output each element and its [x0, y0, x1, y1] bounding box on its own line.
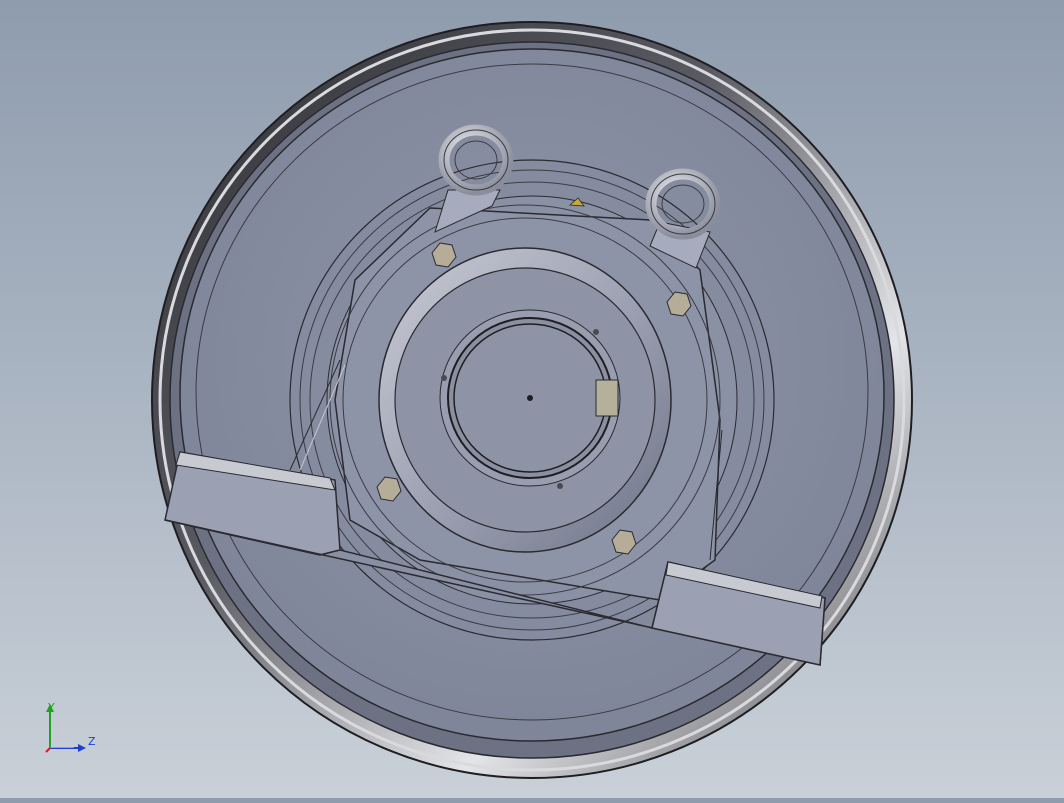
reference-triad: Y Z — [40, 700, 100, 760]
z-axis-label: Z — [88, 735, 96, 748]
z-axis-arrow-icon — [78, 744, 86, 752]
model-view[interactable] — [0, 0, 1064, 798]
graphics-viewport[interactable]: Y Z — [0, 0, 1064, 798]
triad-plane — [50, 730, 74, 748]
y-axis-label: Y — [47, 701, 55, 714]
x-axis-line — [45, 747, 51, 753]
